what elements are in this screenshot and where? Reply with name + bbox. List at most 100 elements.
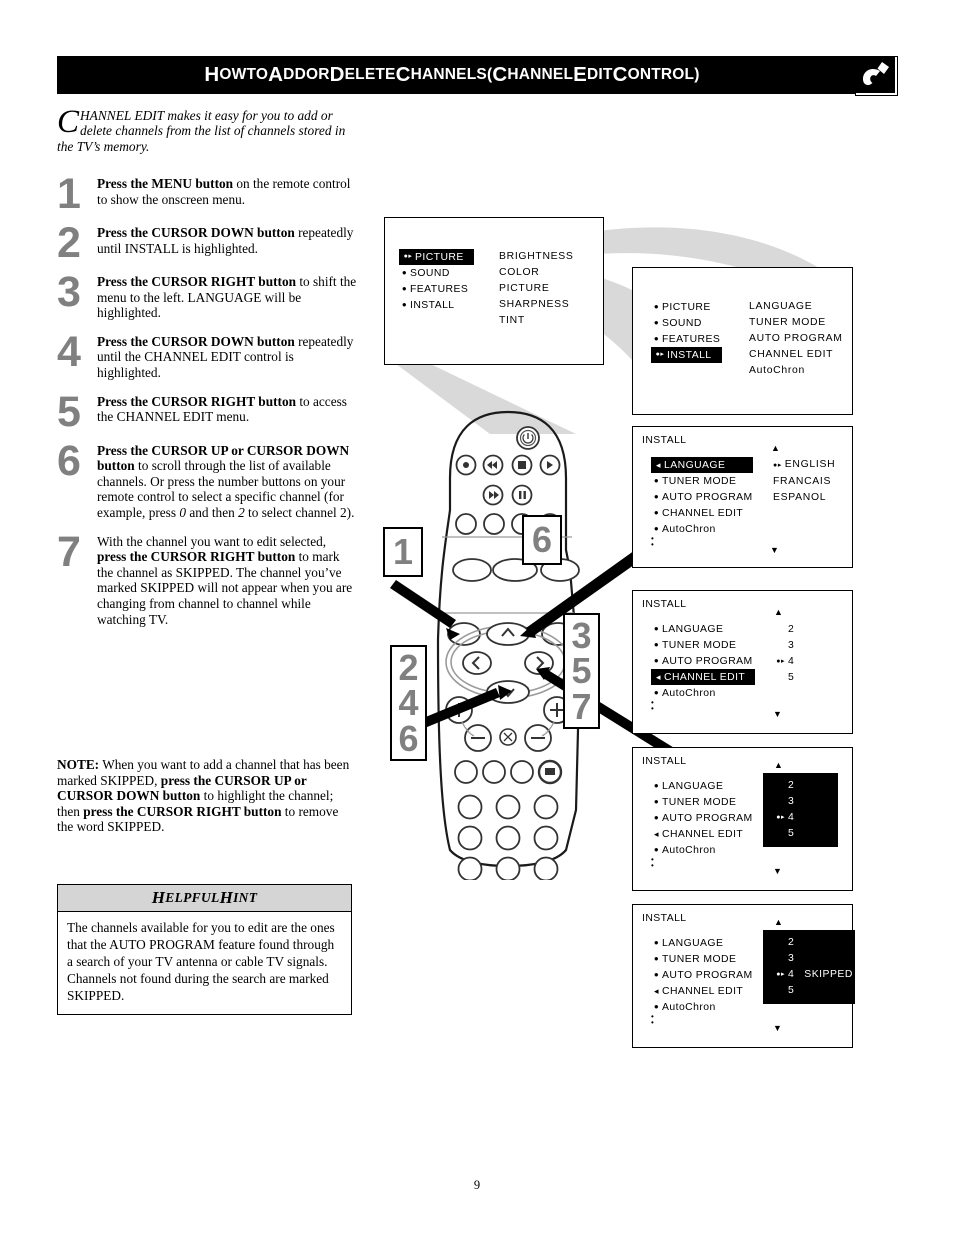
- osd-menu-item-label: TUNER MODE: [662, 475, 737, 487]
- osd-option[interactable]: TINT: [499, 313, 574, 329]
- osd-option[interactable]: COLOR: [499, 265, 574, 281]
- osd-menu-item[interactable]: ● AutoChron: [651, 842, 753, 858]
- osd-menu-item[interactable]: ● AutoChron: [651, 685, 755, 701]
- osd-menu-item[interactable]: ● PICTURE: [651, 299, 722, 315]
- osd-option[interactable]: PICTURE: [499, 281, 574, 297]
- source-hd-button[interactable]: [510, 760, 534, 784]
- osd-menu-item[interactable]: ● LANGUAGE: [651, 778, 753, 794]
- channel-row[interactable]: 2: [763, 777, 838, 793]
- channel-number: 4: [788, 811, 795, 823]
- callout-step-6: 6: [522, 515, 562, 565]
- osd-menu-item[interactable]: ◂ CHANNEL EDIT: [651, 669, 756, 685]
- bullet-icon: ●: [653, 334, 660, 343]
- channel-row[interactable]: ●▸ 4: [763, 809, 838, 825]
- bullet-icon: ●: [653, 508, 660, 517]
- osd-menu-item[interactable]: ● AUTO PROGRAM: [651, 810, 753, 826]
- source-pc-button[interactable]: [454, 760, 478, 784]
- title-part: OW: [219, 66, 247, 83]
- osd-menu-item-label: AutoChron: [662, 523, 716, 535]
- channel-row[interactable]: 3: [763, 793, 838, 809]
- osd-menu-item[interactable]: ● TUNER MODE: [651, 794, 753, 810]
- osd-menu-item[interactable]: ● AUTO PROGRAM: [651, 967, 753, 983]
- channel-row[interactable]: 2: [763, 934, 855, 950]
- osd-menu-item[interactable]: ●▸ PICTURE: [399, 249, 474, 265]
- scroll-down-arrow: ▼: [773, 866, 782, 876]
- osd-menu-item-label: TUNER MODE: [662, 953, 737, 965]
- osd-option[interactable]: CHANNEL EDIT: [749, 347, 843, 363]
- osd-menu-item[interactable]: ● TUNER MODE: [651, 951, 753, 967]
- note-paragraph: NOTE: When you want to add a channel tha…: [57, 757, 350, 835]
- channel-row[interactable]: 5: [763, 982, 855, 998]
- bullet-icon: ●: [653, 797, 660, 806]
- osd-menu-item-label: INSTALL: [667, 349, 712, 361]
- cursor-marker-icon: ●▸: [776, 658, 785, 665]
- channel-row[interactable]: 3: [763, 950, 855, 966]
- osd-option-label: AUTO PROGRAM: [749, 333, 843, 344]
- osd-menu-item[interactable]: ● FEATURES: [399, 281, 474, 297]
- volume-down-button[interactable]: [464, 724, 492, 752]
- osd-menu-item[interactable]: ● FEATURES: [651, 331, 722, 347]
- osd-menu-item[interactable]: ● SOUND: [651, 315, 722, 331]
- osd-menu-item[interactable]: ● CHANNEL EDIT: [651, 505, 753, 521]
- osd-menu-item[interactable]: ● TUNER MODE: [651, 473, 753, 489]
- transport-button-row-2[interactable]: [482, 484, 533, 506]
- osd-menu-item[interactable]: ● AutoChron: [651, 999, 753, 1015]
- osd-menu-item[interactable]: ● SOUND: [399, 265, 474, 281]
- source-tv-button[interactable]: [482, 760, 506, 784]
- osd-menu-item[interactable]: ● TUNER MODE: [651, 637, 755, 653]
- osd-menu-item-label: LANGUAGE: [664, 459, 726, 471]
- osd-option[interactable]: LANGUAGE: [749, 299, 843, 315]
- osd-menu-item[interactable]: ● AUTO PROGRAM: [651, 489, 753, 505]
- osd-option[interactable]: FRANCAIS: [773, 474, 835, 490]
- osd-option[interactable]: ●▸ ENGLISH: [773, 457, 835, 474]
- channel-down-button[interactable]: [524, 724, 552, 752]
- keypad[interactable]: [457, 794, 559, 881]
- channel-row[interactable]: 5: [763, 669, 838, 685]
- osd-menu-item-label: TUNER MODE: [662, 796, 737, 808]
- channel-row[interactable]: 2: [763, 621, 838, 637]
- source-radio-button[interactable]: [537, 759, 563, 785]
- scroll-up-arrow: ▲: [771, 443, 780, 453]
- power-button[interactable]: [516, 426, 540, 450]
- osd-option[interactable]: AUTO PROGRAM: [749, 331, 843, 347]
- instruction-step: 7 With the channel you want to edit selec…: [57, 530, 357, 628]
- channel-row[interactable]: 5: [763, 825, 838, 841]
- transport-button-row[interactable]: [455, 454, 561, 476]
- channel-row[interactable]: ●▸ 4: [763, 653, 838, 669]
- helpful-hint-box: H ELPFUL H INT The channels available for …: [57, 884, 352, 1015]
- osd-panel-picture-menu: ●▸ PICTURE ● SOUND ● FEATURES ● INSTALL BRIGHTN…: [384, 217, 604, 365]
- bullet-icon: ●: [653, 954, 660, 963]
- osd-option[interactable]: SHARPNESS: [499, 297, 574, 313]
- osd-menu-item[interactable]: ● LANGUAGE: [651, 621, 755, 637]
- title-part: HANNEL: [507, 66, 574, 83]
- osd-menu-item[interactable]: ◂ LANGUAGE: [651, 457, 753, 473]
- bullet-icon: ●: [401, 300, 408, 309]
- step-text: Press the MENU button on the remote cont…: [97, 176, 351, 207]
- osd-menu-item[interactable]: ● AutoChron: [651, 521, 753, 537]
- instruction-step: 1 Press the MENU button on the remote con…: [57, 173, 357, 216]
- osd-menu-item[interactable]: ● AUTO PROGRAM: [651, 653, 755, 669]
- mute-button[interactable]: [499, 728, 517, 746]
- osd-option[interactable]: ESPANOL: [773, 490, 835, 506]
- osd-menu-item[interactable]: ●▸ INSTALL: [651, 347, 722, 363]
- instruction-steps: 1 Press the MENU button on the remote con…: [57, 173, 357, 640]
- channel-number: 3: [788, 639, 795, 651]
- osd-menu-item[interactable]: ● LANGUAGE: [651, 935, 753, 951]
- osd-menu-item[interactable]: ● INSTALL: [399, 297, 474, 313]
- philips-shield-logo-icon: [856, 57, 895, 93]
- osd-option[interactable]: TUNER MODE: [749, 315, 843, 331]
- channel-number: 2: [788, 779, 795, 791]
- osd-menu-item[interactable]: ◂ CHANNEL EDIT: [651, 826, 753, 842]
- channel-row[interactable]: ●▸ 4 SKIPPED: [763, 966, 855, 982]
- osd-menu-item[interactable]: ◂ CHANNEL EDIT: [651, 983, 753, 999]
- step-number: 4: [57, 327, 81, 376]
- osd-right-column: ●▸ ENGLISH FRANCAIS ESPANOL: [773, 457, 835, 506]
- channel-row[interactable]: 3: [763, 637, 838, 653]
- osd-option[interactable]: AutoChron: [749, 363, 843, 379]
- cursor-left-button[interactable]: [462, 651, 492, 675]
- osd-option[interactable]: BRIGHTNESS: [499, 249, 574, 265]
- bullet-icon: ●: [653, 845, 660, 854]
- scroll-down-arrow: ▼: [770, 545, 779, 555]
- osd-menu-item-label: TUNER MODE: [662, 639, 737, 651]
- scroll-down-arrow: ▼: [773, 1023, 782, 1033]
